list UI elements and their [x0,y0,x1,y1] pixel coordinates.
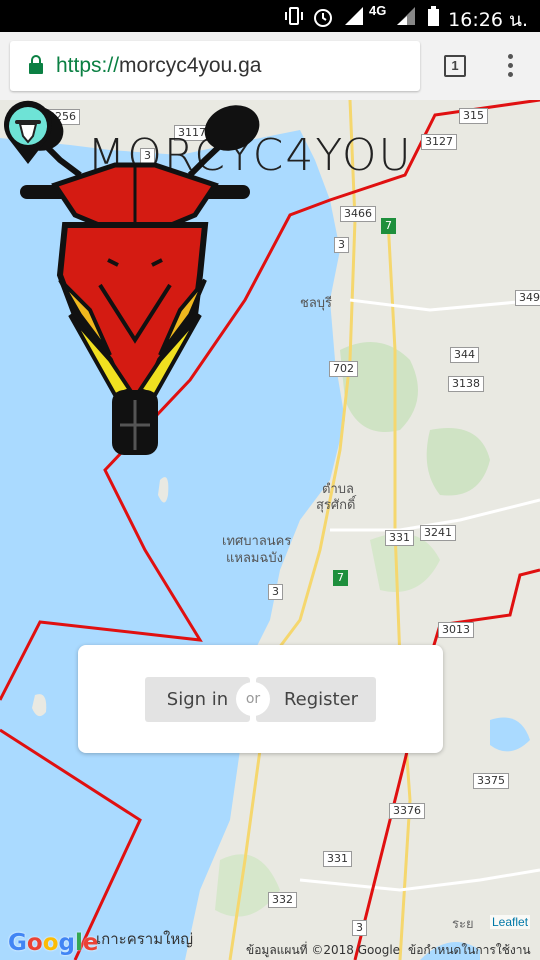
overflow-menu-button[interactable] [502,52,518,80]
url-scheme: https:// [56,54,120,77]
route-shield: 3138 [448,376,484,392]
signal-icon-2 [397,7,415,25]
mirror-stem-right [187,141,225,178]
network-type: 4G [369,3,387,18]
map-terms-link[interactable]: ข้อกำหนดในการใช้งาน [408,941,531,960]
route-shield: 332 [268,892,297,908]
auth-card: Sign in Register or [78,645,443,753]
route-shield: 702 [329,361,358,377]
status-bar: 4G 16:26 น. [0,0,540,32]
route-shield: 3241 [420,525,456,541]
island [158,477,169,503]
map-attribution: ข้อมูลแผนที่ ©2018 Google [246,943,401,957]
url-text: https://morcyc4you.ga [56,54,261,78]
menu-dot-icon [508,63,513,68]
route-shield: 3 [334,237,349,253]
vibrate-icon [285,7,303,25]
place-label: แหลมฉบัง [226,551,283,566]
route-shield: 3013 [438,622,474,638]
signal-icon [345,7,363,25]
route-shield: 3376 [389,803,425,819]
map[interactable]: 3256 3117 3 315 3127 3466 7 3 349 344 31… [0,100,540,960]
register-button[interactable]: Register [256,677,376,722]
route-shield: 3 [352,920,367,936]
route-shield: 7 [381,218,396,234]
place-label: ระย [452,917,474,932]
zone-boundary [0,728,142,960]
route-shield: 349 [515,290,540,306]
route-shield: 3466 [340,206,376,222]
sign-in-button[interactable]: Sign in [145,677,250,722]
leaflet-attribution-link[interactable]: Leaflet [490,915,531,929]
address-bar[interactable]: https://morcyc4you.ga [10,41,420,91]
route-shield: 344 [450,347,479,363]
tab-switcher-button[interactable]: 1 [444,55,466,77]
route-shield: 3375 [473,773,509,789]
place-label: เกาะครามใหญ่ [96,930,194,948]
route-shield: 331 [323,851,352,867]
alarm-icon [314,9,332,27]
place-label: ชลบุรี [300,296,333,311]
clock: 16:26 น. [448,9,528,31]
lock-icon [29,55,43,74]
route-shield: 331 [385,530,414,546]
motorcycle-location-marker[interactable] [0,100,56,166]
menu-dot-icon [508,72,513,77]
google-logo: Google [8,930,99,956]
route-shield: 315 [459,108,488,124]
or-divider: or [236,682,270,716]
route-shield: 3 [268,584,283,600]
island [32,694,47,717]
battery-icon [428,6,439,26]
menu-dot-icon [508,54,513,59]
place-label: สุรศักดิ์ [316,498,356,513]
route-shield: 7 [333,570,348,586]
browser-toolbar: https://morcyc4you.ga 1 [0,32,540,100]
url-host: morcyc4you.ga [119,54,262,77]
mirror-right [204,105,260,151]
